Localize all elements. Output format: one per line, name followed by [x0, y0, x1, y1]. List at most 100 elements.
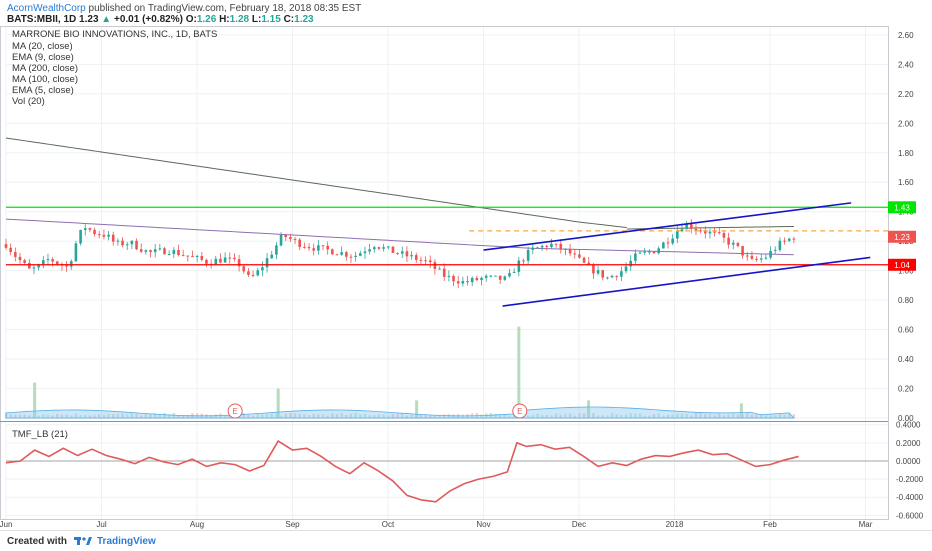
candle-body: [545, 245, 549, 248]
symbol-label: BATS:MBII, 1D: [7, 14, 77, 25]
candle-body: [181, 255, 185, 257]
up-arrow-icon: ▲: [101, 14, 112, 25]
close-value: 1.23: [294, 14, 314, 25]
chart-header: AcornWealthCorp published on TradingView…: [0, 0, 932, 26]
candle-body: [419, 259, 423, 261]
candle-body: [778, 240, 782, 250]
candle-body: [307, 247, 311, 249]
candle-body: [18, 256, 22, 261]
candle-body: [522, 260, 525, 262]
price-change: +0.01 (+0.82%): [113, 14, 183, 25]
tmf-axis-tick-label: -0.2000: [896, 475, 924, 484]
candle-body: [107, 234, 110, 237]
tmf-axis-tick-label: -0.4000: [896, 493, 924, 502]
candle-body: [195, 255, 199, 257]
tradingview-logo-icon: [74, 537, 92, 545]
candle-body: [610, 275, 614, 278]
earnings-event-label: E: [233, 407, 238, 416]
price-axis-tick-label: 2.20: [898, 90, 914, 99]
candle-body: [345, 252, 348, 257]
candle-body: [4, 244, 8, 248]
tradingview-link[interactable]: TradingView: [97, 536, 156, 547]
time-axis-tick-label: Mar: [859, 520, 873, 529]
candle-body: [312, 248, 315, 251]
candle-body: [438, 268, 441, 270]
candle-body: [424, 260, 427, 262]
candle-body: [484, 275, 488, 278]
candle-body: [676, 231, 679, 239]
high-value: 1.28: [229, 14, 250, 25]
candle-body: [475, 277, 479, 281]
candle-body: [331, 249, 334, 255]
candle-body: [242, 266, 246, 272]
candle-body: [83, 228, 87, 230]
candle-body: [139, 249, 143, 252]
candle-body: [144, 250, 148, 252]
candle-body: [498, 275, 502, 280]
time-axis-tick-label: Oct: [382, 520, 395, 529]
candle-body: [554, 243, 558, 245]
candle-body: [666, 242, 670, 244]
candle-body: [28, 262, 31, 269]
candle-body: [125, 244, 129, 246]
candle-body: [223, 257, 227, 263]
author-link[interactable]: AcornWealthCorp: [7, 3, 86, 14]
candle-body: [191, 256, 194, 258]
legend-item-ema5[interactable]: EMA (5, close): [12, 85, 74, 96]
last-price: 1.23: [79, 14, 99, 25]
candle-body: [251, 274, 255, 276]
candle-body: [690, 223, 693, 229]
candle-body: [163, 248, 166, 255]
candle-body: [750, 255, 754, 259]
legend-item-ma100[interactable]: MA (100, close): [12, 74, 78, 85]
price-label-text: 1.04: [894, 261, 910, 270]
candle-body: [172, 249, 176, 254]
candle-body: [461, 280, 465, 284]
candle-body: [97, 234, 101, 236]
chart-area[interactable]: EE2.602.402.202.001.801.601.401.201.000.…: [0, 26, 932, 530]
candle-body: [55, 261, 59, 264]
candle-body: [648, 251, 651, 253]
candle-body: [741, 246, 744, 256]
candle-body: [414, 255, 418, 260]
price-chart-svg[interactable]: EE2.602.402.202.001.801.601.401.201.000.…: [0, 26, 932, 530]
created-with-text: Created with: [7, 536, 68, 547]
candle-body: [717, 232, 721, 234]
open-value: 1.26: [196, 14, 217, 25]
time-axis-tick-label: Jun: [0, 520, 12, 529]
candle-body: [508, 272, 511, 277]
candle-body: [773, 249, 777, 251]
price-axis-tick-label: 2.40: [898, 60, 914, 69]
candle-body: [88, 228, 92, 230]
earnings-event-label: E: [517, 407, 522, 416]
legend-item-vol20[interactable]: Vol (20): [12, 96, 45, 107]
time-axis-tick-label: Sep: [285, 520, 300, 529]
candle-body: [596, 270, 600, 274]
candle-body: [41, 260, 45, 265]
legend-item-ma200[interactable]: MA (200, close): [12, 63, 78, 74]
candle-body: [270, 254, 274, 259]
candle-body: [135, 240, 138, 250]
candle-body: [769, 250, 772, 258]
price-axis-tick-label: 0.60: [898, 326, 914, 335]
candle-body: [111, 234, 115, 242]
candle-body: [764, 257, 768, 259]
candle-body: [205, 259, 208, 264]
candle-body: [629, 260, 633, 267]
legend-item-ema9[interactable]: EMA (9, close): [12, 52, 74, 63]
candle-body: [214, 258, 218, 265]
ohlc-line: BATS:MBII, 1D 1.23 ▲ +0.01 (+0.82%) O:1.…: [7, 14, 314, 25]
candle-body: [275, 245, 278, 255]
candle-body: [722, 232, 726, 238]
price-axis-tick-label: 0.20: [898, 385, 914, 394]
indicator-label[interactable]: TMF_LB (21): [12, 429, 68, 440]
candle-body: [783, 240, 786, 242]
candle-body: [606, 277, 609, 279]
candle-body: [158, 248, 162, 250]
candle-body: [708, 231, 712, 234]
candle-body: [116, 240, 120, 242]
candle-body: [615, 275, 619, 277]
price-axis-tick-label: 2.00: [898, 119, 914, 128]
candle-body: [517, 260, 521, 272]
legend-item-ma20[interactable]: MA (20, close): [12, 41, 73, 52]
